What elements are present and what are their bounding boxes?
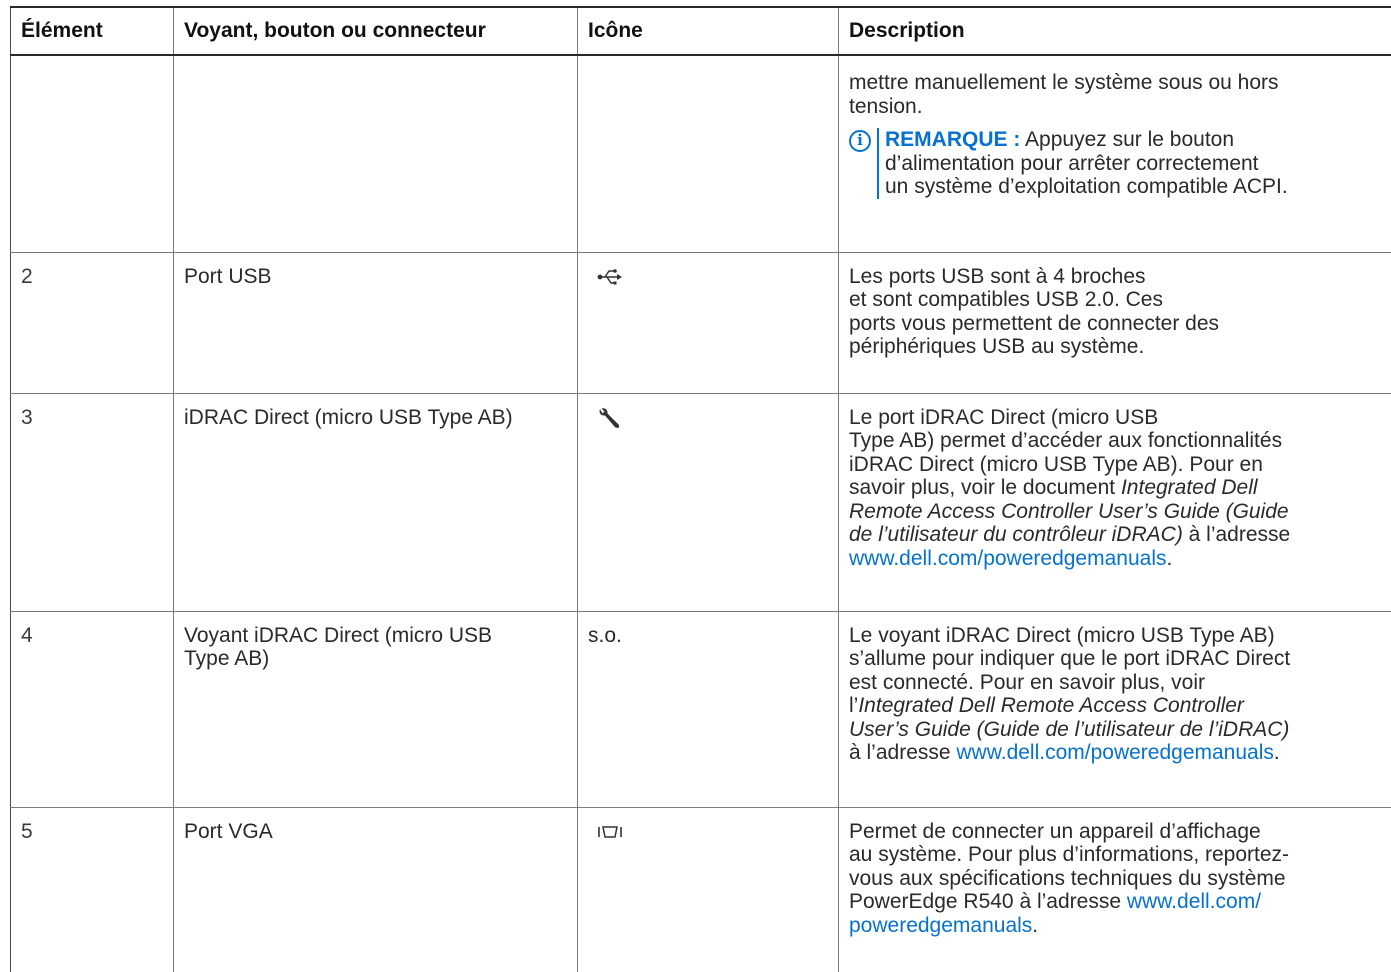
header-indicator: Voyant, bouton ou connecteur [174,7,578,55]
header-item: Élément [11,7,174,55]
desc-text: . [1032,914,1038,937]
desc-line: mettre manuellement le système sous ou h… [849,71,1391,95]
desc-text: savoir plus, voir le document [849,476,1121,499]
table-row: mettre manuellement le système sous ou h… [11,55,1391,252]
desc-line: vous aux spécifications techniques du sy… [849,867,1391,891]
note-block: i REMARQUE : Appuyez sur le bouton d’ali… [849,128,1391,199]
row-description: Les ports USB sont à 4 broches et sont c… [839,252,1391,393]
component-table: Élément Voyant, bouton ou connecteur Icô… [10,6,1391,972]
row-id: 5 [11,807,174,972]
row-description: Le voyant iDRAC Direct (micro USB Type A… [839,611,1391,807]
manuals-link[interactable]: www.dell.com/poweredgemanuals [849,547,1167,570]
row-id: 2 [11,252,174,393]
desc-text: l’ [849,694,858,717]
desc-line: Type AB) permet d’accéder aux fonctionna… [849,429,1391,453]
desc-line: ports vous permettent de connecter des [849,312,1391,336]
doc-title: Remote Access Controller User’s Guide (G… [849,500,1391,524]
doc-title: Integrated Dell Remote Access Controller [858,694,1244,717]
table-row: 5 Port VGA Permet de connecter un appare… [11,807,1391,972]
desc-text: . [1274,741,1280,764]
desc-text: à l’adresse [849,741,956,764]
row-icon [578,55,839,252]
manuals-link[interactable]: www.dell.com/ [1127,890,1261,913]
row-icon [578,807,839,972]
table-header-row: Élément Voyant, bouton ou connecteur Icô… [11,7,1391,55]
header-icon: Icône [578,7,839,55]
table-row: 3 iDRAC Direct (micro USB Type AB) Le po… [11,393,1391,611]
note-line: un système d’exploitation compatible ACP… [885,175,1288,199]
desc-text: PowerEdge R540 à l’adresse [849,890,1127,913]
doc-title: User’s Guide (Guide de l’utilisateur de … [849,718,1391,742]
table-row: 4 Voyant iDRAC Direct (micro USB Type AB… [11,611,1391,807]
manuals-link[interactable]: www.dell.com/poweredgemanuals [956,741,1274,764]
wrench-icon [597,406,623,432]
desc-line: Le voyant iDRAC Direct (micro USB Type A… [849,624,1391,648]
desc-text: . [1167,547,1173,570]
desc-line: est connecté. Pour en savoir plus, voir [849,671,1391,695]
desc-line: iDRAC Direct (micro USB Type AB). Pour e… [849,453,1391,477]
row-icon [578,393,839,611]
row-name: Port USB [174,252,578,393]
vga-icon [597,824,623,840]
doc-title: de l’utilisateur du contrôleur iDRAC) [849,523,1183,546]
row-description: mettre manuellement le système sous ou h… [839,55,1391,252]
desc-line: au système. Pour plus d’informations, re… [849,843,1391,867]
note-line: d’alimentation pour arrêter correctement [885,152,1288,176]
table-row: 2 Port USB Les ports USB sont à 4 broche… [11,252,1391,393]
row-id [11,55,174,252]
manuals-link[interactable]: poweredgemanuals [849,914,1032,937]
desc-line: s’allume pour indiquer que le port iDRAC… [849,647,1391,671]
header-description: Description [839,7,1391,55]
row-icon: s.o. [578,611,839,807]
row-description: Le port iDRAC Direct (micro USB Type AB)… [839,393,1391,611]
desc-text: à l’adresse [1183,523,1290,546]
info-icon: i [849,130,871,152]
row-description: Permet de connecter un appareil d’affich… [839,807,1391,972]
desc-line: tension. [849,95,1391,119]
name-line: Type AB) [184,647,567,671]
desc-line: Permet de connecter un appareil d’affich… [849,820,1391,844]
usb-icon [597,267,623,287]
row-name: iDRAC Direct (micro USB Type AB) [174,393,578,611]
desc-line: Les ports USB sont à 4 broches [849,265,1391,289]
note-label: REMARQUE : [885,128,1020,151]
row-icon [578,252,839,393]
name-line: Voyant iDRAC Direct (micro USB [184,624,567,648]
row-id: 3 [11,393,174,611]
row-name: Voyant iDRAC Direct (micro USB Type AB) [174,611,578,807]
note-body: REMARQUE : Appuyez sur le bouton d’alime… [877,128,1288,199]
note-line: Appuyez sur le bouton [1025,128,1234,151]
desc-line: Le port iDRAC Direct (micro USB [849,406,1391,430]
desc-line: et sont compatibles USB 2.0. Ces [849,288,1391,312]
desc-line: périphériques USB au système. [849,335,1391,359]
row-id: 4 [11,611,174,807]
row-name [174,55,578,252]
row-name: Port VGA [174,807,578,972]
doc-title: Integrated Dell [1121,476,1258,499]
